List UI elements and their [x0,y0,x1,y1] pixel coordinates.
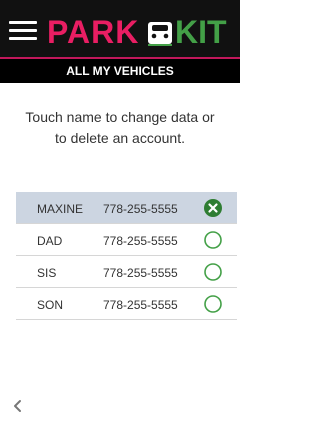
hamburger-icon[interactable] [9,21,37,41]
top-bar: PARK KIT [0,0,240,57]
vehicle-row-dad[interactable]: DAD 778-255-5555 [16,224,237,256]
vehicle-name[interactable]: SIS [37,266,56,280]
vehicle-list: MAXINE 778-255-5555 DAD 778-255-5555 SIS… [16,192,237,320]
vehicle-name[interactable]: SON [37,298,63,312]
vehicle-phone: 778-255-5555 [103,234,178,248]
vehicle-phone: 778-255-5555 [103,202,178,216]
circle-outline-icon[interactable] [204,295,222,313]
svg-text:KIT: KIT [175,16,227,46]
vehicle-phone: 778-255-5555 [103,298,178,312]
parkkit-logo: PARK KIT [47,16,227,46]
vehicle-phone: 778-255-5555 [103,266,178,280]
circle-outline-icon[interactable] [204,231,222,249]
close-circle-icon[interactable] [204,199,222,217]
svg-text:PARK: PARK [47,16,139,46]
vehicle-row-son[interactable]: SON 778-255-5555 [16,288,237,320]
instruction-text: Touch name to change data or to delete a… [25,109,215,146]
page-title: ALL MY VEHICLES [0,57,240,83]
chevron-left-icon[interactable] [12,398,24,414]
circle-outline-icon[interactable] [204,263,222,281]
vehicle-row-sis[interactable]: SIS 778-255-5555 [16,256,237,288]
vehicle-name[interactable]: MAXINE [37,202,83,216]
vehicle-name[interactable]: DAD [37,234,62,248]
vehicle-row-maxine[interactable]: MAXINE 778-255-5555 [16,192,237,224]
